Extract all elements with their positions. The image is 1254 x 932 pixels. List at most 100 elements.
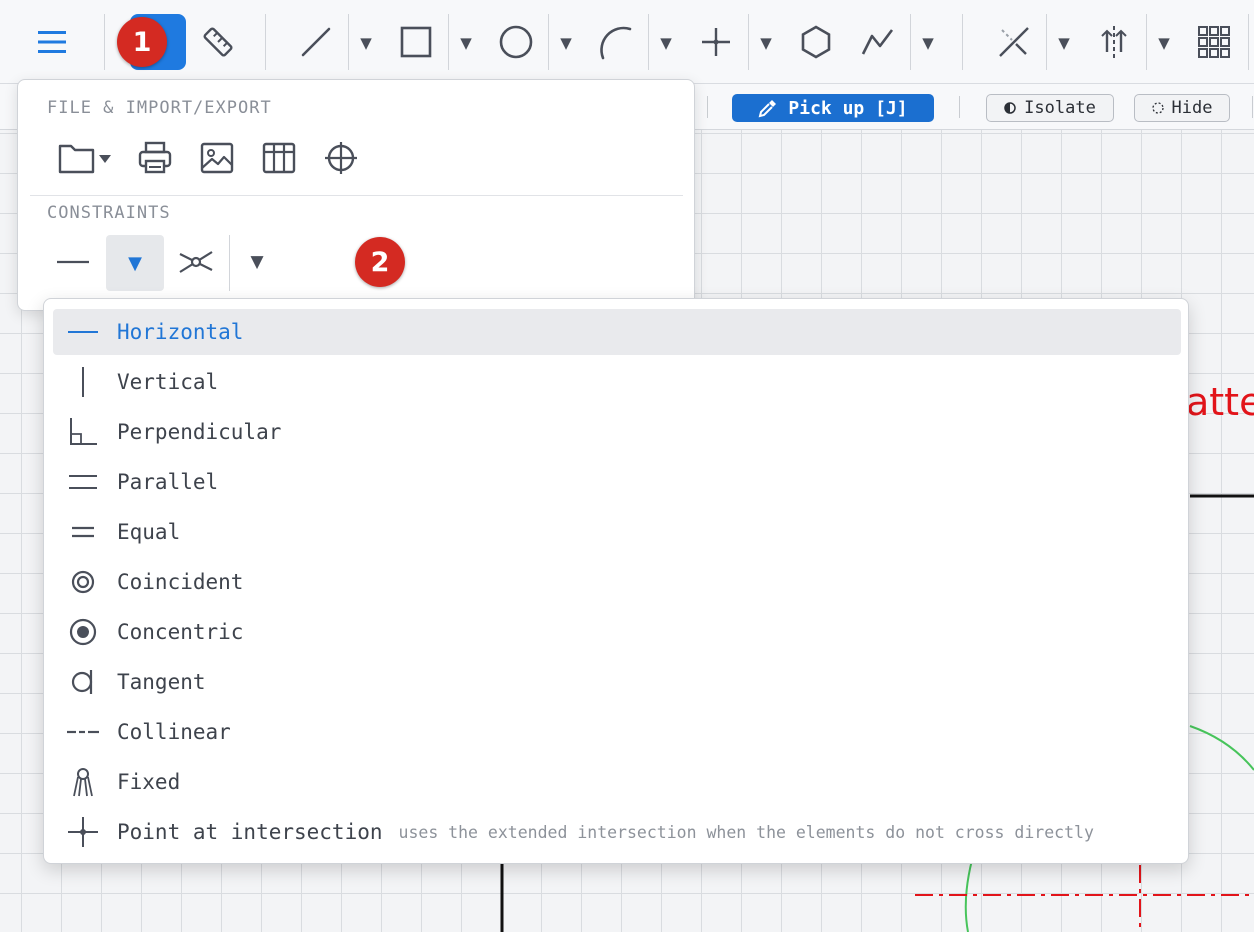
image-icon [200,142,234,174]
separator [648,14,649,70]
folder-icon [58,144,111,174]
menu-item-label: Perpendicular [117,420,282,444]
point-dropdown[interactable]: ▼ [757,30,775,56]
arc-dropdown[interactable]: ▼ [657,30,675,56]
main-toolbar: ▼ ▼ ▼ ▼ ▼ ▼ ▼ ▼ [0,0,1254,84]
intersection-dropdown-button[interactable]: ▼ [234,238,280,286]
menu-item-point-at-intersection[interactable]: Point at intersection uses the extended … [53,809,1181,855]
constraints-dropdown-menu: Horizontal Vertical Perpendicular Parall… [43,298,1189,864]
print-icon [138,141,172,174]
print-button[interactable] [131,134,179,182]
isolate-button[interactable]: Isolate [986,94,1114,122]
fixed-icon [73,768,93,797]
concentric-icon [69,618,97,646]
polyline-tool-button[interactable] [850,14,906,70]
menu-item-perpendicular[interactable]: Perpendicular [53,409,1181,455]
menu-item-equal[interactable]: Equal [53,509,1181,555]
collinear-icon [67,730,99,734]
menu-item-tangent[interactable]: Tangent [53,659,1181,705]
dotted-circle-icon [1151,102,1164,114]
line-tool-button[interactable] [288,14,344,70]
hide-button[interactable]: Hide [1134,94,1230,122]
rectangle-tool-button[interactable] [388,14,444,70]
menu-item-parallel[interactable]: Parallel [53,459,1181,505]
intersection-point-icon [68,817,98,847]
chevron-down-icon: ▼ [760,34,772,52]
separator [707,96,708,118]
menu-item-label: Parallel [117,470,219,494]
menu-item-label: Coincident [117,570,244,594]
mirror-icon [1101,26,1127,58]
main-menu-button[interactable] [24,14,80,70]
separator [1248,14,1249,70]
trim-tool-button[interactable] [986,14,1042,70]
parallel-icon [69,475,97,489]
menu-item-label: Horizontal [117,320,244,344]
export-table-button[interactable] [255,134,303,182]
table-icon [262,142,296,174]
step-badge-2: 2 [355,237,405,287]
menu-item-horizontal[interactable]: Horizontal [53,309,1181,355]
polygon-tool-button[interactable] [788,14,844,70]
menu-item-fixed[interactable]: Fixed [53,759,1181,805]
polyline-icon [861,29,894,55]
circle-dropdown[interactable]: ▼ [557,30,575,56]
chevron-down-icon: ▼ [1158,34,1170,52]
step-badge-1: 1 [117,17,167,67]
menu-item-hint: uses the extended intersection when the … [398,822,1094,842]
separator [1252,96,1253,118]
separator [1146,14,1147,70]
menu-item-vertical[interactable]: Vertical [53,359,1181,405]
menu-item-coincident[interactable]: Coincident [53,559,1181,605]
crosshair-icon [325,142,357,174]
separator [748,14,749,70]
open-file-button[interactable] [56,134,116,182]
eyedropper-icon [759,100,777,118]
measure-button[interactable] [190,14,246,70]
separator [1046,14,1047,70]
separator [104,14,105,70]
line-icon [301,27,331,57]
chevron-down-icon: ▼ [250,252,264,272]
arc-icon [600,26,632,60]
horizontal-icon [68,331,98,333]
tangent-icon [71,670,93,694]
hide-label: Hide [1171,98,1213,118]
circle-icon [499,25,533,59]
trim-dropdown[interactable]: ▼ [1055,30,1073,56]
menu-item-label: Concentric [117,620,244,644]
arc-tool-button[interactable] [588,14,644,70]
circle-tool-button[interactable] [488,14,544,70]
coincident-icon [71,570,95,594]
constraints-section-title: CONSTRAINTS [47,203,171,223]
line-dropdown[interactable]: ▼ [357,30,375,56]
pattern-tool-button[interactable] [1186,14,1242,70]
menu-item-label: Vertical [117,370,219,394]
grid-pattern-icon [1198,26,1230,58]
file-section-title: FILE & IMPORT/EXPORT [47,98,272,118]
origin-button[interactable] [317,134,365,182]
vertical-icon [82,367,84,397]
horizontal-constraint-button[interactable] [49,238,97,286]
mirror-tool-button[interactable] [1086,14,1142,70]
pick-up-label: Pick up [J] [788,97,908,119]
constraint-dropdown-button[interactable]: ▼ [106,235,164,291]
main-menu-panel: FILE & IMPORT/EXPORT CONSTRAINTS ▼ ▼ [17,79,695,311]
export-image-button[interactable] [193,134,241,182]
chevron-down-icon: ▼ [460,34,472,52]
menu-item-label: Fixed [117,770,181,794]
hexagon-icon [801,25,831,59]
separator [962,14,963,70]
polyline-dropdown[interactable]: ▼ [919,30,937,56]
separator [348,14,349,70]
coincident-cross-icon [179,251,213,273]
pick-up-button[interactable]: Pick up [J] [732,94,934,122]
mirror-dropdown[interactable]: ▼ [1155,30,1173,56]
menu-item-collinear[interactable]: Collinear [53,709,1181,755]
point-tool-button[interactable] [688,14,744,70]
rectangle-dropdown[interactable]: ▼ [457,30,475,56]
coincident-constraint-button[interactable] [172,238,220,286]
separator [265,14,266,70]
menu-item-concentric[interactable]: Concentric [53,609,1181,655]
hamburger-icon [38,31,66,53]
